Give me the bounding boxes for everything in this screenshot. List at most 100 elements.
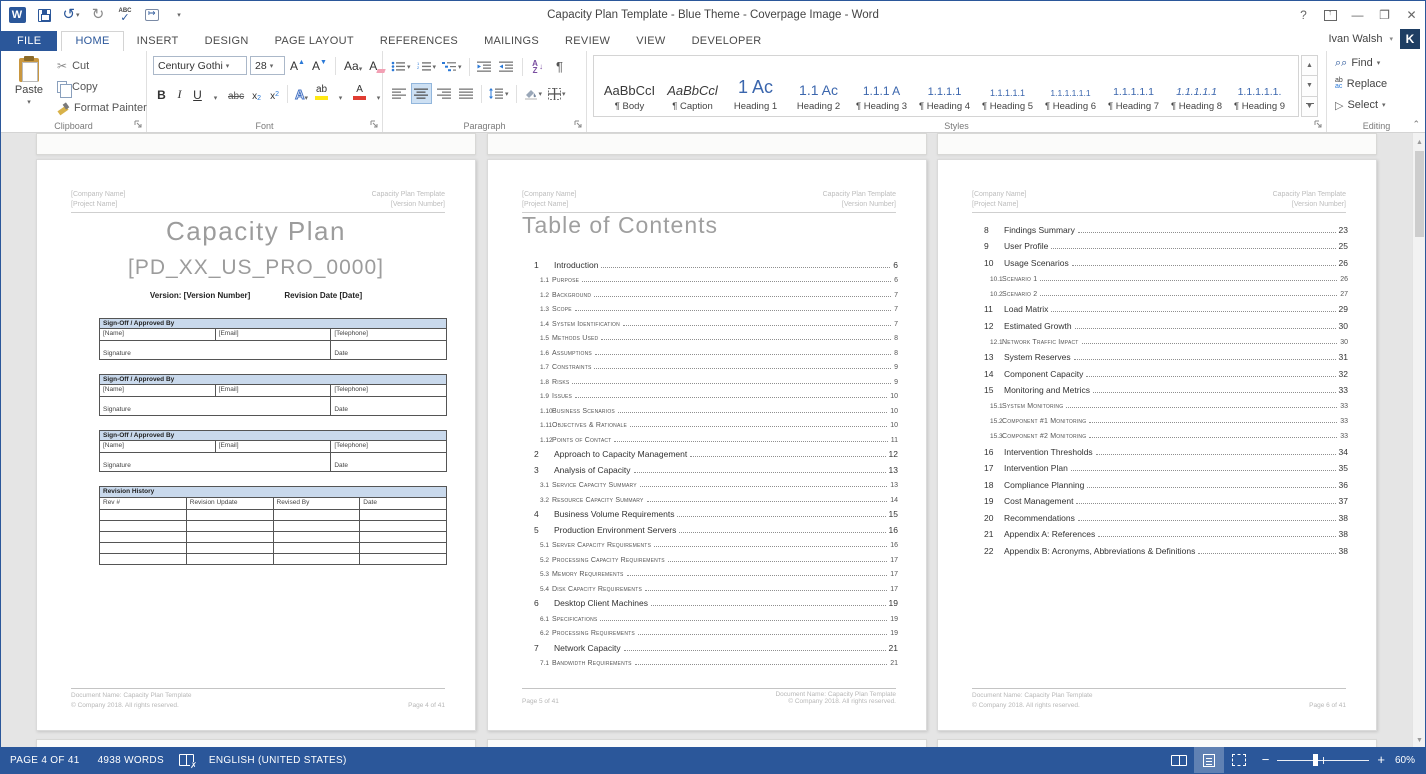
style-h2[interactable]: 1.1 AcHeading 2	[787, 59, 850, 116]
scroll-up-icon[interactable]: ▲	[1413, 135, 1426, 149]
styles-scroll-down-button[interactable]: ▼	[1301, 76, 1318, 96]
borders-button[interactable]: ▾	[546, 83, 568, 104]
tab-view[interactable]: VIEW	[623, 32, 678, 51]
save-button[interactable]	[35, 6, 53, 24]
decrease-indent-button[interactable]	[475, 56, 495, 77]
tab-mailings[interactable]: MAILINGS	[471, 32, 552, 51]
style-body[interactable]: AaBbCcI¶ Body	[598, 59, 661, 116]
align-center-button[interactable]	[411, 83, 432, 104]
clipboard-dialog-launcher[interactable]	[134, 120, 143, 129]
style-h3[interactable]: 1.1.1 A¶ Heading 3	[850, 59, 913, 116]
redo-button[interactable]: ↻	[89, 6, 107, 24]
print-layout-button[interactable]	[1194, 747, 1224, 773]
language-indicator[interactable]: ENGLISH (UNITED STATES)	[200, 755, 356, 766]
select-button[interactable]: ▷Select▾	[1327, 96, 1426, 114]
customize-qat-button[interactable]: ▾	[170, 6, 188, 24]
style-h5[interactable]: 1.1.1.1.1¶ Heading 5	[976, 59, 1039, 116]
zoom-out-button[interactable]: −	[1262, 754, 1270, 766]
scroll-down-icon[interactable]: ▼	[1413, 733, 1426, 747]
zoom-slider[interactable]	[1277, 753, 1369, 767]
page-toc-2[interactable]: [Company Name]Capacity Plan Template [Pr…	[937, 159, 1377, 731]
underline-caret[interactable]: ▾	[207, 83, 224, 104]
font-size-select[interactable]: 28▾	[250, 56, 285, 75]
paragraph-dialog-launcher[interactable]	[574, 120, 583, 129]
tab-home[interactable]: HOME	[61, 31, 123, 51]
scrollbar-thumb[interactable]	[1415, 151, 1424, 237]
help-button[interactable]: ?	[1290, 1, 1317, 29]
close-button[interactable]: ✕	[1398, 1, 1425, 29]
page-toc-1[interactable]: [Company Name]Capacity Plan Template [Pr…	[487, 159, 927, 731]
copy-button[interactable]: Copy	[57, 78, 147, 95]
style-h8[interactable]: 1.1.1.1.1¶ Heading 8	[1165, 59, 1228, 116]
styles-dialog-launcher[interactable]	[1314, 120, 1323, 129]
styles-more-button[interactable]: ▼	[1301, 97, 1318, 117]
touch-mode-button[interactable]	[143, 6, 161, 24]
style-h4[interactable]: 1.1.1.1¶ Heading 4	[913, 59, 976, 116]
ribbon-display-options-button[interactable]	[1317, 1, 1344, 29]
numbering-button[interactable]: 12▾	[415, 56, 439, 77]
tab-developer[interactable]: DEVELOPER	[679, 32, 775, 51]
web-layout-button[interactable]	[1224, 747, 1254, 773]
tab-page-layout[interactable]: PAGE LAYOUT	[262, 32, 367, 51]
font-name-select[interactable]: Century Gothi▾	[153, 56, 247, 75]
collapse-ribbon-button[interactable]: ⌃	[1412, 119, 1420, 130]
style-h7[interactable]: 1.1.1.1.1¶ Heading 7	[1102, 59, 1165, 116]
grow-font-button[interactable]: A▲	[288, 56, 307, 75]
find-button[interactable]: ⌕⌕Find▾	[1327, 54, 1426, 72]
sort-button[interactable]: AZ↓	[528, 56, 548, 77]
change-case-button[interactable]: Aa▾	[342, 56, 364, 75]
justify-button[interactable]	[456, 83, 476, 104]
spelling-grammar-button[interactable]: ABC✓	[116, 6, 134, 24]
bullets-button[interactable]: ▾	[389, 56, 413, 77]
styles-scroll-up-button[interactable]: ▲	[1301, 55, 1318, 76]
cut-button[interactable]: ✂Cut	[57, 57, 147, 74]
word-logo-icon[interactable]: W	[8, 6, 26, 24]
zoom-slider-thumb[interactable]	[1313, 754, 1318, 766]
style-h6[interactable]: 1.1.1.1.1.1¶ Heading 6	[1039, 59, 1102, 116]
increase-indent-button[interactable]	[497, 56, 517, 77]
format-painter-button[interactable]: Format Painter	[57, 99, 147, 116]
undo-button[interactable]: ↺▾	[62, 6, 80, 24]
superscript-button[interactable]: x2	[266, 83, 283, 104]
shrink-font-button[interactable]: A▼	[310, 56, 329, 75]
strikethrough-button[interactable]: abc	[225, 83, 247, 104]
word-count[interactable]: 4938 WORDS	[89, 755, 173, 766]
underline-button[interactable]: U	[189, 83, 206, 104]
page-indicator[interactable]: PAGE 4 OF 41	[1, 755, 89, 766]
zoom-in-button[interactable]: +	[1377, 754, 1385, 766]
zoom-level[interactable]: 60%	[1393, 755, 1425, 766]
font-dialog-launcher[interactable]	[370, 120, 379, 129]
style-caption[interactable]: AaBbCcl¶ Caption	[661, 59, 724, 116]
proofing-status-icon[interactable]: ✗	[179, 754, 194, 766]
maximize-button[interactable]: ❐	[1371, 1, 1398, 29]
partial-page-top	[487, 133, 927, 155]
tab-insert[interactable]: INSERT	[124, 32, 192, 51]
text-effects-button[interactable]: A▾	[292, 83, 311, 104]
tab-design[interactable]: DESIGN	[192, 32, 262, 51]
tab-review[interactable]: REVIEW	[552, 32, 623, 51]
highlight-caret[interactable]: ▾	[332, 83, 349, 104]
shading-button[interactable]: ▾	[522, 83, 545, 104]
minimize-button[interactable]: —	[1344, 1, 1371, 29]
style-h9[interactable]: 1.1.1.1.1.¶ Heading 9	[1228, 59, 1291, 116]
vertical-scrollbar[interactable]: ▲ ▼	[1412, 133, 1425, 749]
paste-button[interactable]: Paste ▾	[5, 55, 53, 118]
tab-file[interactable]: FILE	[1, 31, 57, 51]
avatar[interactable]: K	[1400, 29, 1420, 49]
align-left-button[interactable]	[389, 83, 409, 104]
account-area[interactable]: Ivan Walsh ▾ K	[1328, 29, 1425, 51]
highlight-color-button[interactable]: ab	[312, 83, 331, 104]
read-mode-button[interactable]	[1164, 747, 1194, 773]
subscript-button[interactable]: x2	[248, 83, 265, 104]
show-formatting-marks-button[interactable]: ¶	[550, 56, 570, 77]
style-h1[interactable]: 1 AcHeading 1	[724, 59, 787, 116]
page-cover[interactable]: [Company Name]Capacity Plan Template [Pr…	[36, 159, 476, 731]
replace-button[interactable]: abacReplace	[1327, 75, 1426, 93]
italic-button[interactable]: I	[171, 83, 188, 104]
align-right-button[interactable]	[434, 83, 454, 104]
tab-references[interactable]: REFERENCES	[367, 32, 471, 51]
line-spacing-button[interactable]: ▾	[487, 83, 511, 104]
font-color-button[interactable]: A	[350, 83, 369, 104]
multilevel-list-button[interactable]: ▾	[440, 56, 464, 77]
bold-button[interactable]: B	[153, 83, 170, 104]
